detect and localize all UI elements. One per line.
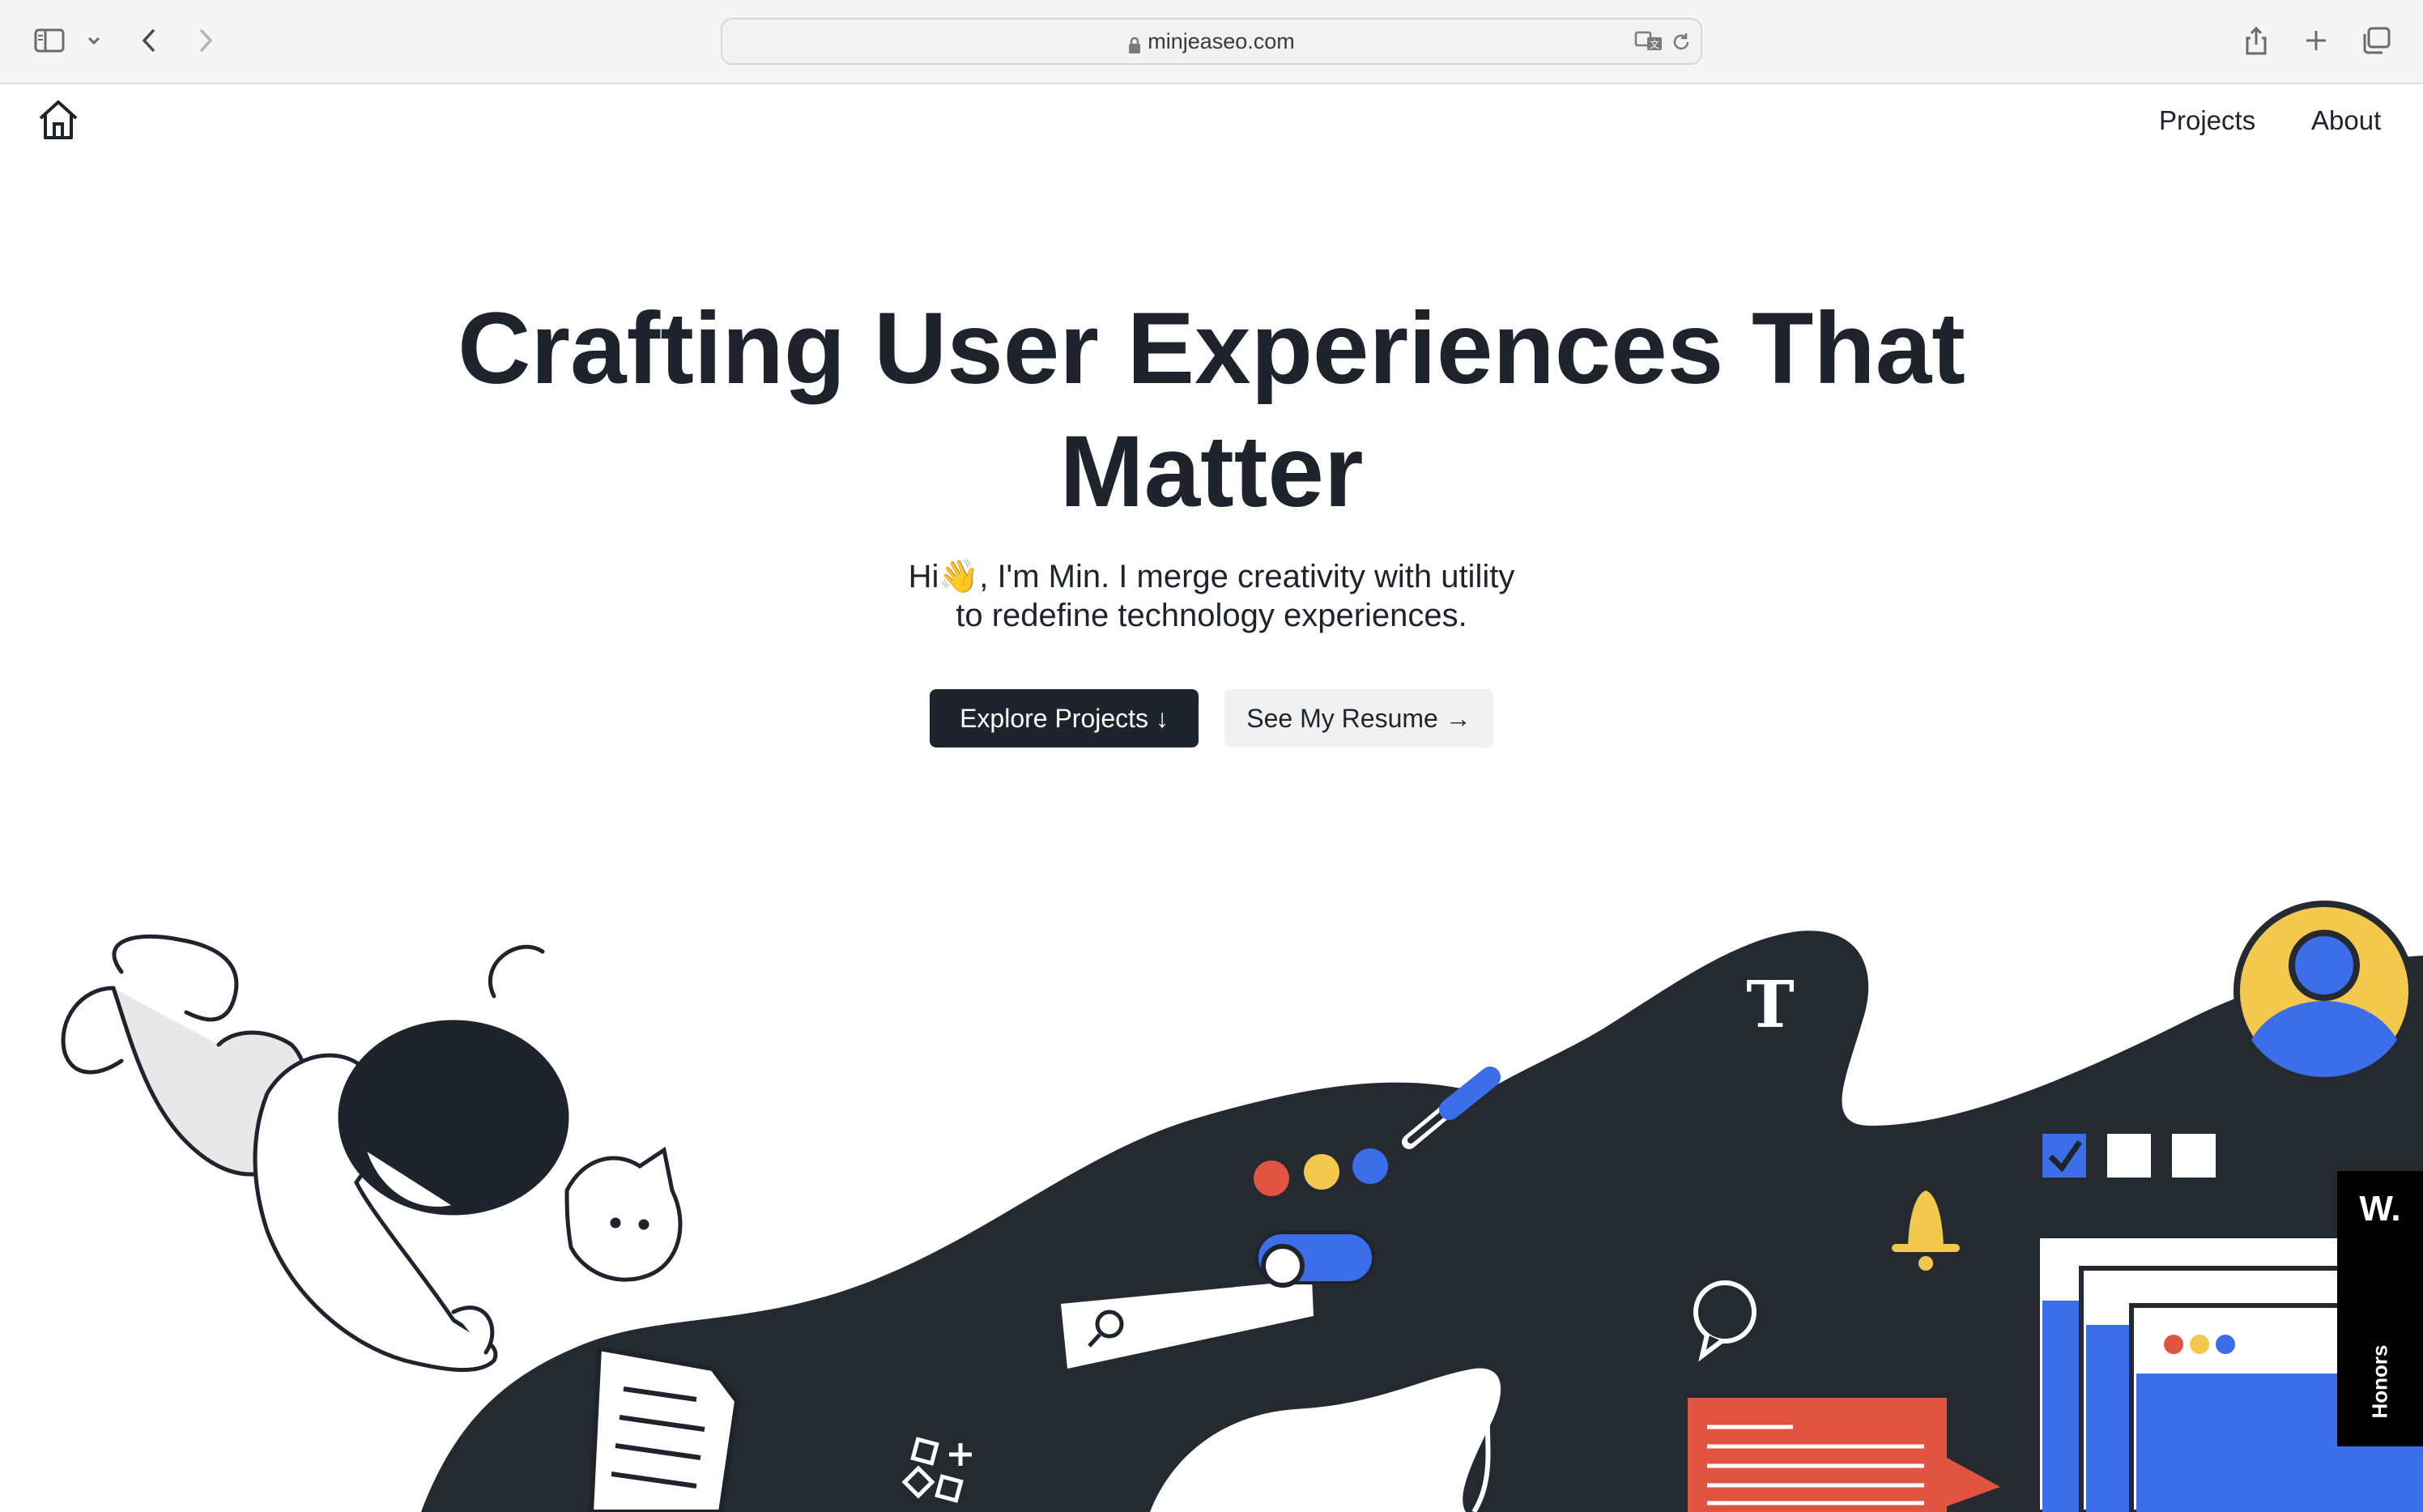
hero-subtitle: Hi👋, I'm Min. I merge creativity with ut… xyxy=(0,557,2423,635)
yellow-dot xyxy=(1304,1154,1339,1190)
see-resume-button[interactable]: See My Resume → xyxy=(1224,689,1493,747)
share-icon[interactable] xyxy=(2242,19,2271,62)
hero-title: Crafting User Experiences That Matter xyxy=(0,287,2423,534)
chevron-down-icon[interactable] xyxy=(84,19,104,62)
blue-dot xyxy=(1352,1148,1388,1184)
sidebar-icon[interactable] xyxy=(31,19,68,62)
tab-overview-icon[interactable] xyxy=(2360,19,2392,62)
address-bar[interactable]: minjeaseo.com 文 xyxy=(721,18,1702,65)
honors-badge[interactable]: W. Honors xyxy=(2337,1171,2423,1446)
nav-projects[interactable]: Projects xyxy=(2159,105,2255,136)
forward-icon[interactable] xyxy=(191,19,220,62)
translate-icon[interactable]: 文 xyxy=(1634,29,1663,57)
checkbox-row-illustration xyxy=(2042,1134,2216,1178)
back-icon[interactable] xyxy=(134,19,164,62)
toggle-switch-illustration xyxy=(1255,1231,1375,1288)
svg-text:文: 文 xyxy=(1650,38,1659,50)
document-icon-illustration xyxy=(588,1345,740,1512)
hero-title-line1: Crafting User Experiences That xyxy=(458,292,1965,405)
awwwards-logo: W. xyxy=(2359,1189,2401,1229)
new-tab-icon[interactable] xyxy=(2302,19,2331,62)
text-tool-icon: T xyxy=(1746,966,1795,1042)
browser-toolbar: minjeaseo.com 文 xyxy=(0,0,2423,84)
reload-icon[interactable] xyxy=(1670,31,1693,57)
hero-subtitle-line2: to redefine technology experiences. xyxy=(956,598,1467,633)
red-dot xyxy=(1254,1161,1289,1196)
honors-label: Honors xyxy=(2367,1344,2392,1419)
lock-icon xyxy=(1128,36,1141,53)
hero-title-line2: Matter xyxy=(1059,415,1364,528)
character-with-cat xyxy=(61,934,683,1372)
url-text: minjeaseo.com xyxy=(1148,28,1295,53)
home-icon[interactable] xyxy=(36,97,81,143)
explore-projects-button[interactable]: Explore Projects ↓ xyxy=(930,689,1199,747)
nav-about[interactable]: About xyxy=(2311,105,2381,136)
hero-illustration: T xyxy=(61,901,2423,1512)
hero-subtitle-line1: Hi👋, I'm Min. I merge creativity with ut… xyxy=(908,559,1515,594)
avatar-icon-illustration xyxy=(2234,901,2415,1082)
